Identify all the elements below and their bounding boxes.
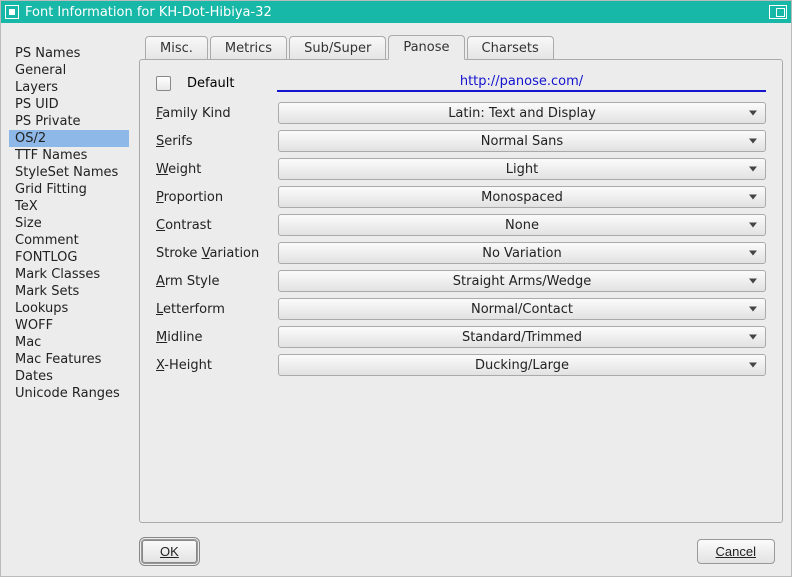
default-label: Default — [187, 76, 267, 91]
sidebar-item-comment[interactable]: Comment — [9, 232, 129, 249]
row-arm_style: Arm Style Straight Arms/Wedge — [156, 270, 766, 292]
sidebar: PS NamesGeneralLayersPS UIDPS PrivateOS/… — [9, 31, 129, 523]
dropdown-value: Normal/Contact — [471, 302, 573, 317]
label-stroke_variation: Stroke Variation — [156, 246, 268, 261]
dropdown-value: No Variation — [482, 246, 562, 261]
sidebar-item-tex[interactable]: TeX — [9, 198, 129, 215]
default-row: Default http://panose.com/ — [156, 74, 766, 92]
label-serifs: Serifs — [156, 134, 268, 149]
sidebar-item-ps-private[interactable]: PS Private — [9, 113, 129, 130]
row-serifs: Serifs Normal Sans — [156, 130, 766, 152]
dropdown-value: Standard/Trimmed — [462, 330, 582, 345]
dropdown-value: None — [505, 218, 539, 233]
chevron-down-icon — [749, 363, 757, 368]
dropdown-proportion[interactable]: Monospaced — [278, 186, 766, 208]
right-pane: Misc.MetricsSub/SuperPanoseCharsets Defa… — [139, 31, 783, 523]
chevron-down-icon — [749, 251, 757, 256]
label-arm_style: Arm Style — [156, 274, 268, 289]
dropdown-letterform[interactable]: Normal/Contact — [278, 298, 766, 320]
tab-metrics[interactable]: Metrics — [210, 36, 287, 60]
sidebar-item-grid-fitting[interactable]: Grid Fitting — [9, 181, 129, 198]
label-midline: Midline — [156, 330, 268, 345]
sidebar-item-mark-classes[interactable]: Mark Classes — [9, 266, 129, 283]
sidebar-item-fontlog[interactable]: FONTLOG — [9, 249, 129, 266]
dropdown-value: Normal Sans — [481, 134, 563, 149]
row-x_height: X-Height Ducking/Large — [156, 354, 766, 376]
sidebar-item-size[interactable]: Size — [9, 215, 129, 232]
dropdown-weight[interactable]: Light — [278, 158, 766, 180]
chevron-down-icon — [749, 139, 757, 144]
chevron-down-icon — [749, 335, 757, 340]
tab-charsets[interactable]: Charsets — [467, 36, 554, 60]
chevron-down-icon — [749, 279, 757, 284]
dropdown-value: Monospaced — [481, 190, 563, 205]
panose-link[interactable]: http://panose.com/ — [277, 74, 766, 92]
panose-link-wrap: http://panose.com/ — [277, 74, 766, 92]
tab-bar: Misc.MetricsSub/SuperPanoseCharsets — [139, 31, 783, 59]
dropdown-family_kind[interactable]: Latin: Text and Display — [278, 102, 766, 124]
sidebar-item-os-2[interactable]: OS/2 — [9, 130, 129, 147]
window-title: Font Information for KH-Dot-Hibiya-32 — [25, 5, 272, 20]
tab-sub-super[interactable]: Sub/Super — [289, 36, 386, 60]
sidebar-item-ttf-names[interactable]: TTF Names — [9, 147, 129, 164]
sidebar-item-lookups[interactable]: Lookups — [9, 300, 129, 317]
row-contrast: Contrast None — [156, 214, 766, 236]
sidebar-item-unicode-ranges[interactable]: Unicode Ranges — [9, 385, 129, 402]
dropdown-value: Straight Arms/Wedge — [453, 274, 591, 289]
fields-list: Family Kind Latin: Text and Display Serifs… — [156, 102, 766, 376]
chevron-down-icon — [749, 111, 757, 116]
row-stroke_variation: Stroke Variation No Variation — [156, 242, 766, 264]
sidebar-item-mac-features[interactable]: Mac Features — [9, 351, 129, 368]
chevron-down-icon — [749, 195, 757, 200]
content-area: PS NamesGeneralLayersPS UIDPS PrivateOS/… — [1, 23, 791, 531]
window: Font Information for KH-Dot-Hibiya-32 PS… — [0, 0, 792, 577]
sidebar-item-general[interactable]: General — [9, 62, 129, 79]
dropdown-value: Light — [506, 162, 538, 177]
dropdown-x_height[interactable]: Ducking/Large — [278, 354, 766, 376]
sidebar-item-ps-uid[interactable]: PS UID — [9, 96, 129, 113]
ok-button[interactable]: OK — [141, 539, 198, 564]
dropdown-contrast[interactable]: None — [278, 214, 766, 236]
sidebar-item-mac[interactable]: Mac — [9, 334, 129, 351]
sidebar-item-dates[interactable]: Dates — [9, 368, 129, 385]
default-checkbox[interactable] — [156, 76, 171, 91]
dropdown-stroke_variation[interactable]: No Variation — [278, 242, 766, 264]
dropdown-midline[interactable]: Standard/Trimmed — [278, 326, 766, 348]
dropdown-arm_style[interactable]: Straight Arms/Wedge — [278, 270, 766, 292]
chevron-down-icon — [749, 223, 757, 228]
titlebar: Font Information for KH-Dot-Hibiya-32 — [1, 1, 791, 23]
row-proportion: Proportion Monospaced — [156, 186, 766, 208]
dropdown-value: Ducking/Large — [475, 358, 569, 373]
label-weight: Weight — [156, 162, 268, 177]
maximize-icon[interactable] — [769, 5, 787, 19]
dropdown-value: Latin: Text and Display — [448, 106, 596, 121]
row-midline: Midline Standard/Trimmed — [156, 326, 766, 348]
label-letterform: Letterform — [156, 302, 268, 317]
label-x_height: X-Height — [156, 358, 268, 373]
label-proportion: Proportion — [156, 190, 268, 205]
label-contrast: Contrast — [156, 218, 268, 233]
cancel-button[interactable]: Cancel — [697, 539, 775, 564]
sidebar-item-layers[interactable]: Layers — [9, 79, 129, 96]
dialog-buttons: OK Cancel — [1, 531, 791, 576]
panose-panel: Default http://panose.com/ Family Kind La… — [139, 59, 783, 523]
sidebar-item-ps-names[interactable]: PS Names — [9, 45, 129, 62]
window-menu-icon[interactable] — [5, 5, 19, 19]
row-family_kind: Family Kind Latin: Text and Display — [156, 102, 766, 124]
sidebar-item-styleset-names[interactable]: StyleSet Names — [9, 164, 129, 181]
dropdown-serifs[interactable]: Normal Sans — [278, 130, 766, 152]
label-family_kind: Family Kind — [156, 106, 268, 121]
row-weight: Weight Light — [156, 158, 766, 180]
tab-panose[interactable]: Panose — [388, 35, 464, 60]
chevron-down-icon — [749, 307, 757, 312]
row-letterform: Letterform Normal/Contact — [156, 298, 766, 320]
sidebar-item-woff[interactable]: WOFF — [9, 317, 129, 334]
sidebar-item-mark-sets[interactable]: Mark Sets — [9, 283, 129, 300]
tab-misc-[interactable]: Misc. — [145, 36, 208, 60]
chevron-down-icon — [749, 167, 757, 172]
